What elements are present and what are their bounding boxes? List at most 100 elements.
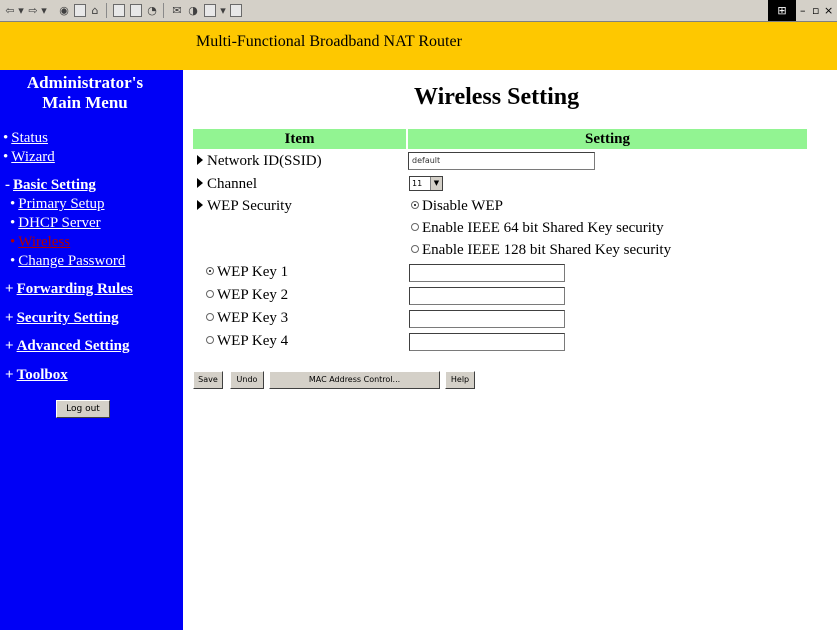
mail-icon[interactable]: ✉ xyxy=(170,3,184,18)
wep-key-4-input[interactable] xyxy=(409,333,565,351)
radio-unselected[interactable] xyxy=(206,313,214,321)
dropdown-icon[interactable]: ▾ xyxy=(219,3,227,18)
bullet: - xyxy=(5,177,10,193)
close-icon[interactable]: × xyxy=(824,4,833,17)
wep-security-label: WEP Security xyxy=(197,197,292,215)
home-icon[interactable]: ⌂ xyxy=(89,3,101,18)
sidebar-item-advanced-setting[interactable]: + Advanced Setting xyxy=(5,337,130,355)
radio-selected[interactable] xyxy=(206,267,214,275)
sidebar-item-wireless[interactable]: • Wireless xyxy=(10,233,70,251)
wep-key-label: WEP Key 1 xyxy=(217,264,289,280)
bullet: • xyxy=(10,196,16,212)
bullet: • xyxy=(3,130,9,146)
media-icon[interactable]: ◑ xyxy=(187,3,199,18)
ssid-label: Network ID(SSID) xyxy=(197,152,322,170)
wep-key-label: WEP Key 4 xyxy=(217,333,289,349)
wep-key-1-option[interactable]: WEP Key 1 xyxy=(206,263,288,281)
sidebar-item-label: Status xyxy=(11,130,48,146)
edit-icon[interactable] xyxy=(230,4,242,17)
sidebar-item-toolbox[interactable]: + Toolbox xyxy=(5,366,68,384)
dropdown-icon[interactable]: ▾ xyxy=(17,3,25,18)
logout-button[interactable]: Log out xyxy=(56,400,110,418)
mac-address-control-button[interactable]: MAC Address Control... xyxy=(269,371,440,389)
header-banner: Multi-Functional Broadband NAT Router xyxy=(0,22,837,70)
sidebar-item-label: Forwarding Rules xyxy=(16,281,133,297)
toolbar-separator xyxy=(106,3,107,18)
bullet: + xyxy=(5,338,14,354)
sidebar-item-basic-setting[interactable]: - Basic Setting xyxy=(5,176,96,194)
sidebar-item-label: Toolbox xyxy=(16,367,68,383)
ssid-label-text: Network ID(SSID) xyxy=(207,153,322,169)
banner-title: Multi-Functional Broadband NAT Router xyxy=(196,33,462,50)
sidebar-item-status[interactable]: • Status xyxy=(3,129,48,147)
wep-key-3-option[interactable]: WEP Key 3 xyxy=(206,309,288,327)
wep-key-2-option[interactable]: WEP Key 2 xyxy=(206,286,288,304)
wep-security-label-text: WEP Security xyxy=(207,198,292,214)
print-icon[interactable] xyxy=(204,4,216,17)
wep-key-1-input[interactable] xyxy=(409,264,565,282)
sidebar-item-forwarding-rules[interactable]: + Forwarding Rules xyxy=(5,280,133,298)
wep-option-disable[interactable]: Disable WEP xyxy=(411,197,503,215)
minimize-icon[interactable]: – xyxy=(800,4,806,17)
wep-key-label: WEP Key 2 xyxy=(217,287,289,303)
radio-selected[interactable] xyxy=(411,201,419,209)
dropdown-icon[interactable]: ▾ xyxy=(40,3,48,18)
sidebar-item-label: Wireless xyxy=(18,234,71,250)
history-icon[interactable]: ◔ xyxy=(146,3,158,18)
wep-option-128bit[interactable]: Enable IEEE 128 bit Shared Key security xyxy=(411,241,671,259)
wep-option-label: Enable IEEE 128 bit Shared Key security xyxy=(422,242,672,258)
wep-key-2-input[interactable] xyxy=(409,287,565,305)
sidebar-item-security-setting[interactable]: + Security Setting xyxy=(5,309,119,327)
menu-title: Administrator's Main Menu xyxy=(0,73,170,113)
sidebar-item-wizard[interactable]: • Wizard xyxy=(3,148,55,166)
wep-option-label: Disable WEP xyxy=(422,198,503,214)
refresh-icon[interactable] xyxy=(74,4,86,17)
wep-key-3-input[interactable] xyxy=(409,310,565,328)
sidebar-item-primary-setup[interactable]: • Primary Setup xyxy=(10,195,105,213)
chevron-down-icon[interactable]: ▼ xyxy=(430,177,442,190)
channel-label: Channel xyxy=(197,175,257,193)
menu-title-line1: Administrator's xyxy=(26,73,144,92)
favorites-icon[interactable] xyxy=(130,4,142,17)
wep-option-64bit[interactable]: Enable IEEE 64 bit Shared Key security xyxy=(411,219,664,237)
help-button[interactable]: Help xyxy=(445,371,475,389)
bullet: + xyxy=(5,367,14,383)
bullet: + xyxy=(5,310,14,326)
sidebar-item-label: Change Password xyxy=(18,253,126,269)
back-icon[interactable]: ⇦ xyxy=(4,3,16,18)
arrow-right-icon xyxy=(197,200,203,210)
bullet: • xyxy=(10,234,16,250)
sidebar-item-dhcp-server[interactable]: • DHCP Server xyxy=(10,214,101,232)
bullet: • xyxy=(3,149,9,165)
bullet: • xyxy=(10,253,16,269)
radio-unselected[interactable] xyxy=(206,290,214,298)
stop-icon[interactable]: ◉ xyxy=(58,3,70,18)
wep-key-4-option[interactable]: WEP Key 4 xyxy=(206,332,288,350)
sidebar-item-label: Security Setting xyxy=(16,310,119,326)
undo-button[interactable]: Undo xyxy=(230,371,264,389)
forward-icon[interactable]: ⇨ xyxy=(27,3,39,18)
sidebar-item-change-password[interactable]: • Change Password xyxy=(10,252,125,270)
wep-key-label: WEP Key 3 xyxy=(217,310,289,326)
table-header-setting: Setting xyxy=(408,129,807,149)
channel-select[interactable]: 11 ▼ xyxy=(409,176,443,191)
sidebar-item-label: DHCP Server xyxy=(18,215,101,231)
sidebar-item-label: Primary Setup xyxy=(18,196,105,212)
sidebar: Administrator's Main Menu • Status • Wizar… xyxy=(0,70,183,630)
restore-icon[interactable]: ▫ xyxy=(812,4,819,17)
menu-title-line2: Main Menu xyxy=(42,93,128,112)
table-header-item: Item xyxy=(193,129,406,149)
ssid-input[interactable]: default xyxy=(408,152,595,170)
arrow-right-icon xyxy=(197,178,203,188)
sidebar-item-label: Wizard xyxy=(11,149,55,165)
sidebar-item-label: Basic Setting xyxy=(13,177,96,193)
arrow-right-icon xyxy=(197,155,203,165)
radio-unselected[interactable] xyxy=(411,223,419,231)
save-button[interactable]: Save xyxy=(193,371,223,389)
search-icon[interactable] xyxy=(113,4,125,17)
bullet: • xyxy=(10,215,16,231)
wep-option-label: Enable IEEE 64 bit Shared Key security xyxy=(422,220,664,236)
radio-unselected[interactable] xyxy=(206,336,214,344)
radio-unselected[interactable] xyxy=(411,245,419,253)
browser-toolbar: ⇦ ▾ ⇨ ▾ ◉ ⌂ ◔ ✉ ◑ ▾ ⊞ – ▫ × xyxy=(0,0,837,22)
